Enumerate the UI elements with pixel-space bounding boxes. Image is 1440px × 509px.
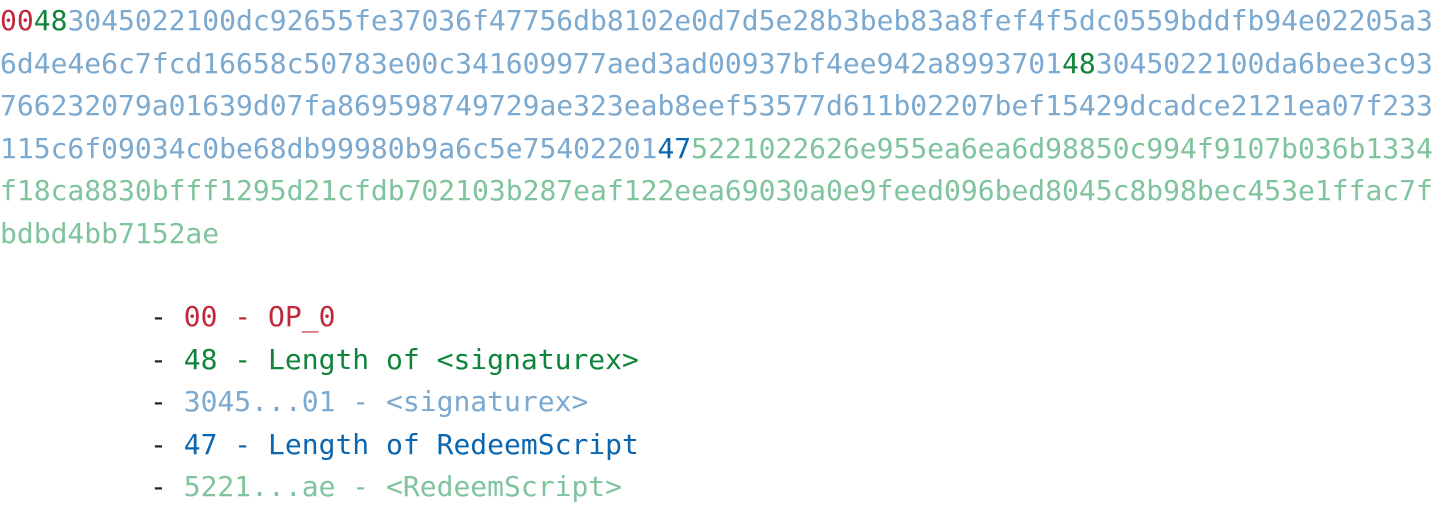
legend-dash: -	[150, 470, 184, 503]
legend-code: 5221...ae	[183, 470, 336, 503]
legend-separator: -	[217, 342, 269, 376]
legend-description: <signaturex>	[386, 385, 589, 418]
legend-item: - 3045...01 - <signaturex>	[150, 381, 639, 424]
legend-separator: -	[335, 385, 387, 418]
legend-separator: -	[335, 470, 387, 503]
legend-code: 3045...01	[183, 385, 336, 418]
hex-signature-length: 48	[33, 4, 68, 37]
legend-code: 00	[183, 300, 218, 333]
legend-description: <RedeemScript>	[386, 470, 623, 503]
legend-code: 47	[183, 427, 218, 461]
legend-description: OP_0	[268, 300, 336, 333]
legend-dash: -	[150, 342, 184, 376]
legend-description: Length of <signaturex>	[268, 342, 639, 376]
legend-code: 48	[183, 342, 218, 376]
legend-dash: -	[150, 427, 184, 461]
hex-script-block: 00483045022100dc92655fe37036f47756db8102…	[0, 0, 1440, 255]
legend-description: Length of RedeemScript	[268, 427, 639, 461]
hex-redeemscript-length: 47	[657, 131, 692, 165]
legend-item: - 47 - Length of RedeemScript	[150, 424, 639, 467]
legend-item: - 00 - OP_0	[150, 296, 639, 339]
hex-op0: 00	[0, 4, 34, 37]
legend-item: - 48 - Length of <signaturex>	[150, 339, 639, 382]
legend-list: - 00 - OP_0 - 48 - Length of <signaturex…	[150, 296, 639, 509]
legend-dash: -	[150, 385, 184, 418]
legend-dash: -	[150, 300, 184, 333]
legend-separator: -	[217, 427, 269, 461]
legend-separator: -	[217, 300, 269, 333]
legend-item: - 5221...ae - <RedeemScript>	[150, 466, 639, 509]
hex-signature-length-2: 48	[1062, 46, 1096, 80]
